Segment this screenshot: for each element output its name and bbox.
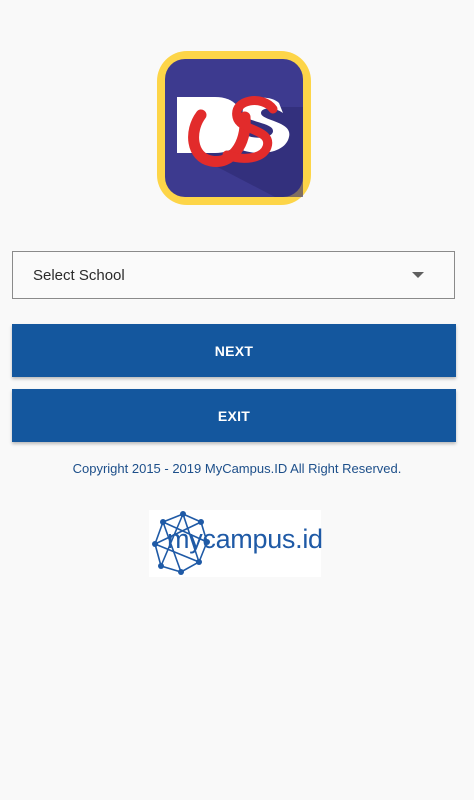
brand-name: mycampus.id: [167, 524, 323, 554]
exit-button[interactable]: EXIT: [12, 389, 456, 442]
next-button[interactable]: NEXT: [12, 324, 456, 377]
dropdown-arrow-icon: [412, 272, 424, 278]
mycampus-logo: mycampus.id: [149, 510, 323, 577]
ds-app-logo-icon: [157, 51, 311, 205]
school-select-value: Select School: [33, 267, 125, 284]
school-select[interactable]: Select School: [12, 251, 455, 299]
copyright-text: Copyright 2015 - 2019 MyCampus.ID All Ri…: [72, 461, 402, 476]
app-logo: [155, 49, 313, 207]
